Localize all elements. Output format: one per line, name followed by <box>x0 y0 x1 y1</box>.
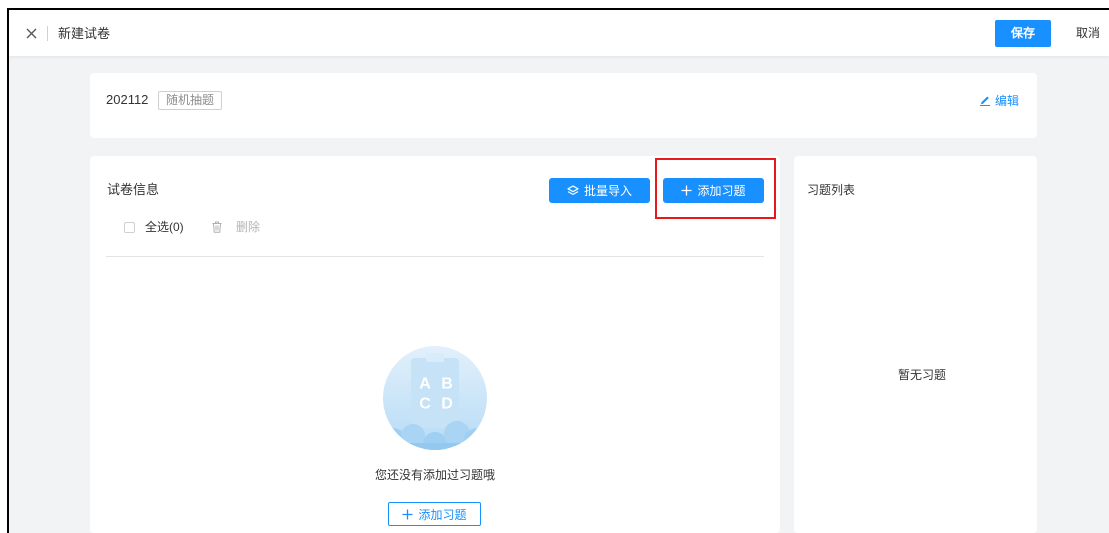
batch-import-button[interactable]: 批量导入 <box>549 178 650 203</box>
question-list-empty: 暂无习题 <box>897 368 946 382</box>
select-all-label[interactable]: 全选(0) <box>145 219 184 235</box>
paper-name: 202112 <box>106 92 149 107</box>
cancel-button[interactable]: 取消 <box>1076 25 1100 42</box>
edit-label: 编辑 <box>995 93 1020 108</box>
add-question-button[interactable]: 添加习题 <box>663 178 764 203</box>
illustration-letter: D <box>441 396 453 413</box>
top-header: 新建试卷 保存 取消 <box>9 10 1109 56</box>
page-title: 新建试卷 <box>58 26 111 41</box>
delete-button[interactable]: 删除 <box>236 219 260 235</box>
empty-illustration: A B C D <box>383 346 487 450</box>
select-all-checkbox[interactable] <box>124 222 135 233</box>
divider <box>106 256 764 257</box>
empty-add-question-label: 添加习题 <box>418 507 467 522</box>
layers-icon <box>567 184 579 195</box>
illustration-letter: C <box>419 396 431 413</box>
paper-info-title: 试卷信息 <box>107 182 160 197</box>
frame-border-top <box>7 8 1109 10</box>
plus-icon <box>402 509 413 519</box>
empty-add-question-button[interactable]: 添加习题 <box>388 502 481 526</box>
trash-icon[interactable] <box>212 221 222 233</box>
close-button[interactable] <box>23 25 39 41</box>
question-list-card: 习题列表 暂无习题 <box>794 156 1037 533</box>
plus-icon <box>681 185 692 196</box>
close-icon <box>26 28 36 38</box>
paper-type-tag: 随机抽题 <box>158 91 222 110</box>
save-button[interactable]: 保存 <box>995 20 1051 47</box>
edit-button[interactable]: 编辑 <box>979 92 1019 108</box>
empty-state-message: 您还没有添加过习题哦 <box>374 468 495 482</box>
paper-summary-card: 202112 随机抽题 编辑 <box>90 73 1037 138</box>
frame-border-left <box>7 8 9 533</box>
paper-info-card: 试卷信息 批量导入 添加习题 全选(0) 删除 A B C D 您还没有添加过习… <box>90 156 780 533</box>
illustration-letter: A <box>419 376 431 393</box>
question-list-title: 习题列表 <box>807 183 856 197</box>
add-question-label: 添加习题 <box>697 184 746 198</box>
pencil-icon <box>980 96 990 106</box>
illustration-letter: B <box>441 376 453 393</box>
header-separator <box>47 26 48 41</box>
batch-import-label: 批量导入 <box>583 184 632 198</box>
